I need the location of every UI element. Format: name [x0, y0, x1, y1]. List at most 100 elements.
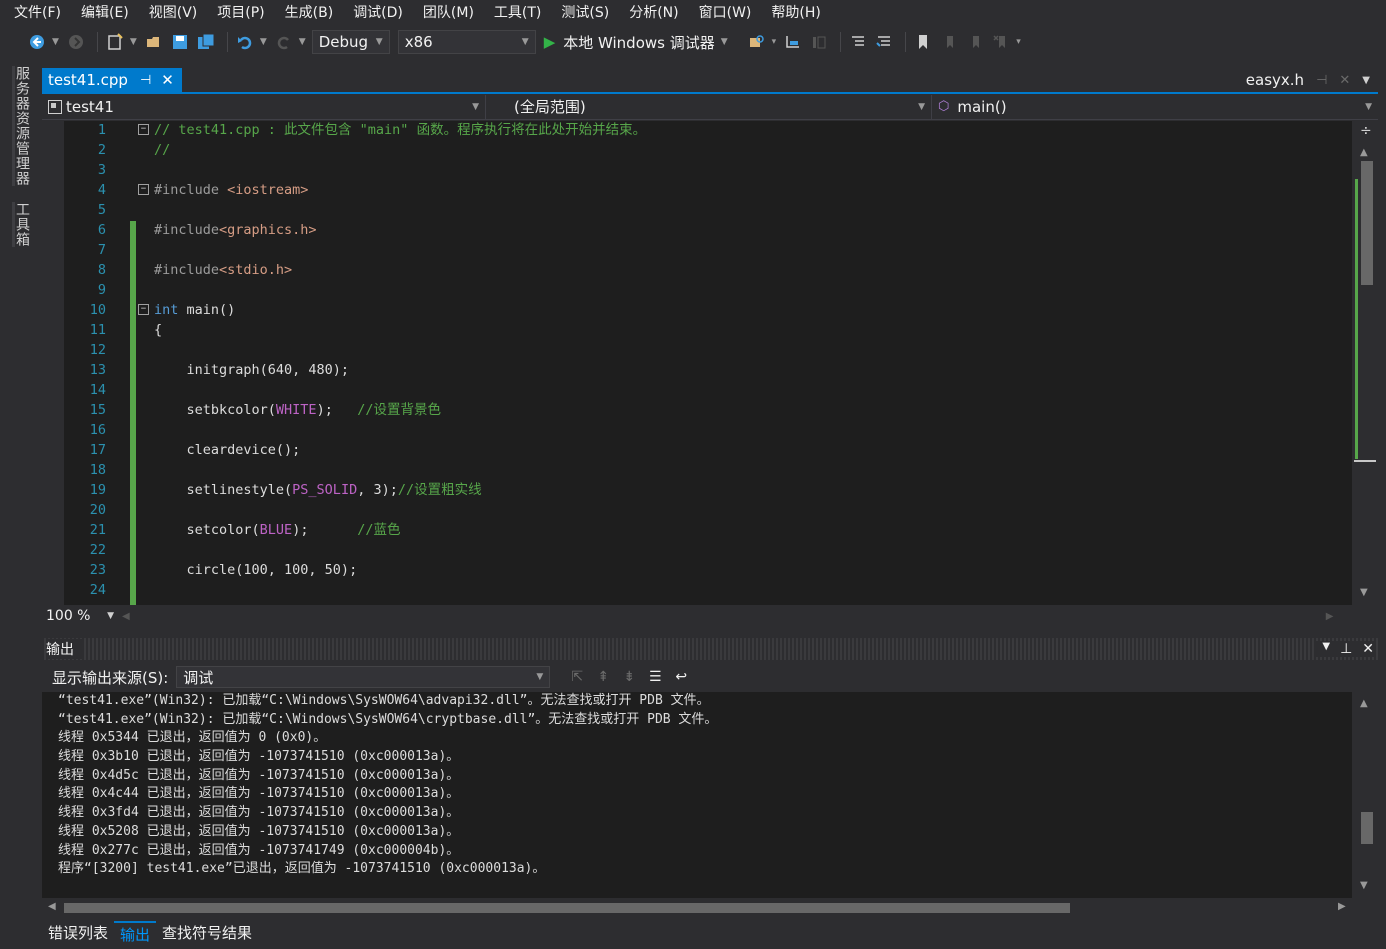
toggle-word-wrap-icon[interactable]: ↩: [670, 666, 692, 688]
menu-help[interactable]: 帮助(H): [763, 0, 828, 26]
editor-vertical-scrollbar[interactable]: ÷ ▲ ▼: [1352, 121, 1378, 605]
server-explorer-tab[interactable]: 服务器资源管理器: [12, 66, 32, 186]
tab-label: test41.cpp: [48, 71, 128, 89]
scroll-right-icon[interactable]: ▶: [1338, 901, 1346, 912]
line-number: 20: [89, 502, 106, 518]
bookmark-icon[interactable]: [912, 31, 934, 53]
clear-bookmarks-icon[interactable]: [990, 31, 1012, 53]
menu-file[interactable]: 文件(F): [6, 0, 69, 26]
menu-tools[interactable]: 工具(T): [486, 0, 549, 26]
scroll-thumb[interactable]: [1361, 812, 1373, 844]
menu-edit[interactable]: 编辑(E): [73, 0, 137, 26]
scroll-right-icon[interactable]: ▶: [1326, 611, 1334, 622]
next-message-icon[interactable]: ⇟: [618, 666, 640, 688]
redo-icon[interactable]: [273, 31, 295, 53]
menu-debug[interactable]: 调试(D): [345, 0, 411, 26]
chevron-down-icon: ▼: [521, 37, 529, 47]
indicator-margin[interactable]: [42, 121, 64, 605]
change-tracking-bar: [130, 221, 136, 605]
code-text[interactable]: −// test41.cpp : 此文件包含 "main" 函数。程序执行将在此…: [138, 121, 1328, 605]
pin-icon[interactable]: ⊣: [1316, 73, 1327, 88]
open-file-icon[interactable]: [143, 31, 165, 53]
tab-error-list[interactable]: 错误列表: [42, 921, 114, 945]
uncomment-lines-icon[interactable]: [873, 31, 895, 53]
scroll-thumb[interactable]: [64, 903, 1070, 913]
start-debugger-button[interactable]: ▶ 本地 Windows 调试器 ▼: [544, 32, 734, 53]
configuration-select[interactable]: Debug ▼: [311, 30, 390, 54]
overflow-icon[interactable]: ▾: [1016, 37, 1021, 47]
tab-easyx-h[interactable]: easyx.h ⊣ ✕ ▼: [1246, 68, 1370, 92]
comment-lines-icon[interactable]: [847, 31, 869, 53]
clear-all-icon[interactable]: ☰: [644, 666, 666, 688]
output-source-select[interactable]: 调试 ▼: [176, 666, 551, 688]
pane-controls: ▼ ⊥ ✕: [1316, 641, 1374, 657]
redo-dropdown-icon[interactable]: ▼: [299, 37, 306, 47]
menu-project[interactable]: 项目(P): [209, 0, 272, 26]
menu-team[interactable]: 团队(M): [415, 0, 482, 26]
line-number: 1: [97, 122, 106, 138]
back-dropdown-icon[interactable]: ▼: [52, 37, 59, 47]
close-icon[interactable]: ✕: [1339, 73, 1350, 88]
menu-build[interactable]: 生成(B): [277, 0, 342, 26]
new-dropdown-icon[interactable]: ▼: [130, 37, 137, 47]
previous-message-icon[interactable]: ⇞: [592, 666, 614, 688]
new-project-icon[interactable]: [104, 31, 126, 53]
line-number: 16: [89, 422, 106, 438]
step-into-icon[interactable]: [782, 31, 804, 53]
scroll-down-icon[interactable]: ▼: [1360, 880, 1368, 891]
output-line: “test41.exe”(Win32): 已加载“C:\Windows\SysW…: [58, 711, 718, 727]
scroll-left-icon[interactable]: ◀: [48, 901, 56, 912]
menu-test[interactable]: 测试(S): [553, 0, 617, 26]
scroll-up-icon[interactable]: ▲: [1360, 698, 1368, 709]
undo-dropdown-icon[interactable]: ▼: [260, 37, 267, 47]
scroll-down-icon[interactable]: ▼: [1360, 587, 1368, 598]
collapse-icon[interactable]: −: [138, 124, 149, 135]
tab-output[interactable]: 输出: [114, 921, 157, 945]
close-icon[interactable]: ✕: [1362, 641, 1374, 657]
pin-icon[interactable]: ⊣: [140, 73, 151, 88]
save-icon[interactable]: [169, 31, 191, 53]
navigate-forward-icon[interactable]: [65, 31, 87, 53]
editor-zoom-bar: 100 % ▼ ◀ ▶: [42, 605, 1378, 627]
previous-bookmark-icon[interactable]: [938, 31, 960, 53]
tab-test41-cpp[interactable]: test41.cpp ⊣ ✕: [42, 68, 182, 92]
scroll-left-icon[interactable]: ◀: [122, 611, 130, 622]
toolbox-tab[interactable]: 工具箱: [12, 202, 32, 247]
menu-analyze[interactable]: 分析(N): [621, 0, 686, 26]
overflow-icon[interactable]: ▾: [772, 37, 777, 47]
output-horizontal-scrollbar[interactable]: ◀ ▶: [42, 898, 1378, 918]
navigate-back-icon[interactable]: [26, 31, 48, 53]
line-number: 8: [97, 262, 106, 278]
find-in-files-icon[interactable]: [746, 31, 768, 53]
zoom-select[interactable]: 100 % ▼: [42, 606, 118, 626]
collapse-icon[interactable]: −: [138, 184, 149, 195]
split-editor-icon[interactable]: ÷: [1360, 123, 1372, 139]
window-position-dropdown-icon[interactable]: ▼: [1322, 641, 1330, 657]
code-editor[interactable]: 1 2 3 4 5 6 7 8 9 10 11 12 13 14 15 16 1…: [42, 121, 1378, 605]
find-message-in-code-icon[interactable]: ⇱: [566, 666, 588, 688]
chevron-down-icon[interactable]: ▼: [721, 37, 728, 47]
pin-icon[interactable]: ⊥: [1340, 641, 1352, 657]
scope-select[interactable]: (全局范围) ▼: [486, 94, 932, 119]
tab-list-dropdown-icon[interactable]: ▼: [1362, 75, 1370, 86]
scroll-thumb[interactable]: [1361, 161, 1373, 285]
step-over-icon[interactable]: [808, 31, 830, 53]
change-marker: [1355, 179, 1358, 459]
menu-window[interactable]: 窗口(W): [691, 0, 760, 26]
output-text-area[interactable]: “test41.exe”(Win32): 已加载“C:\Windows\SysW…: [42, 692, 1378, 898]
output-vertical-scrollbar[interactable]: ▲ ▼: [1352, 692, 1378, 898]
next-bookmark-icon[interactable]: [964, 31, 986, 53]
save-all-icon[interactable]: [195, 31, 217, 53]
tab-find-symbol-results[interactable]: 查找符号结果: [156, 921, 258, 945]
menu-view[interactable]: 视图(V): [141, 0, 206, 26]
line-number: 12: [89, 342, 106, 358]
close-icon[interactable]: ✕: [161, 71, 174, 89]
project-select[interactable]: test41 ▼: [42, 94, 486, 119]
undo-icon[interactable]: [234, 31, 256, 53]
scroll-up-icon[interactable]: ▲: [1360, 147, 1368, 158]
collapse-icon[interactable]: −: [138, 304, 149, 315]
platform-select[interactable]: x86 ▼: [397, 30, 536, 54]
member-select[interactable]: ⬡ main() ▼: [932, 94, 1378, 119]
